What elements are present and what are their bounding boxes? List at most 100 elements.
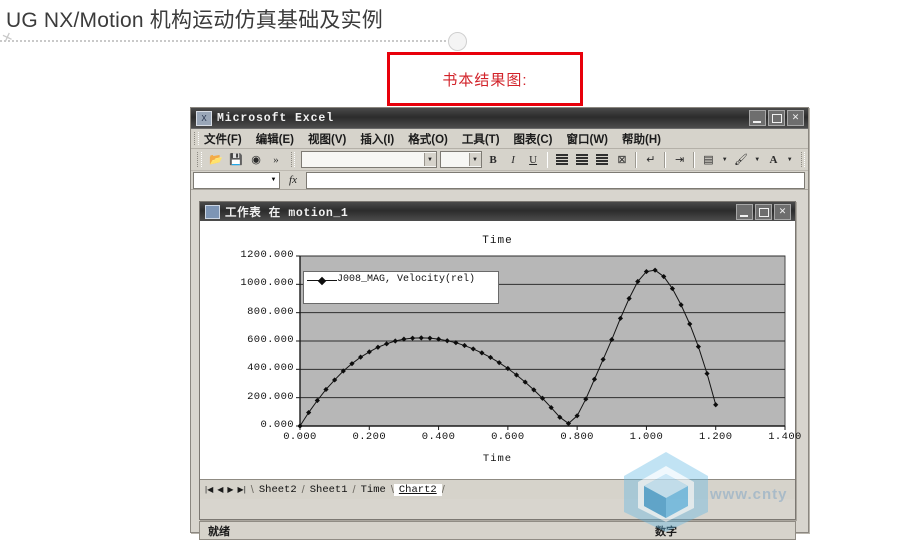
x-axis-tick-0: 0.000 — [283, 431, 317, 443]
align-left-icon[interactable] — [553, 150, 571, 169]
font-size-select[interactable]: ▼ — [439, 151, 482, 168]
header-divider — [0, 40, 462, 42]
menu-item-file[interactable]: 文件(F) — [204, 131, 242, 147]
chart-legend[interactable]: J008_MAG, Velocity(rel) — [303, 271, 499, 304]
chart-canvas[interactable]: Time J008_MAG, Velocity(rel) 0.000 200.00… — [200, 221, 801, 479]
x-axis-tick-3: 0.600 — [491, 431, 525, 443]
menu-item-chart[interactable]: 图表(C) — [514, 131, 553, 147]
status-mode-indicator: 数字 — [655, 525, 677, 538]
page-title: UG NX/Motion 机构运动仿真基础及实例 — [6, 9, 384, 32]
y-axis-tick-5: 1000.000 — [240, 277, 294, 290]
y-axis-tick-6: 1200.000 — [240, 249, 294, 261]
underline-button[interactable]: U — [524, 150, 542, 169]
x-axis-tick-4: 0.800 — [560, 431, 594, 443]
maximize-button[interactable] — [768, 110, 785, 126]
font-color-dropdown-arrow[interactable]: ▼ — [785, 150, 795, 169]
y-axis-tick-3: 600.000 — [247, 334, 294, 346]
toolbar-separator-3 — [664, 151, 667, 168]
sheet-tab-navigation: |◀ ◀ ▶ ▶| — [200, 485, 251, 494]
x-axis-tick-7: 1.400 — [768, 431, 802, 443]
tab-nav-first[interactable]: |◀ — [205, 485, 213, 494]
menu-item-edit[interactable]: 编辑(E) — [256, 131, 294, 147]
align-left-glyph — [555, 154, 568, 165]
excel-icon: X — [196, 110, 212, 126]
toolbar-grip-handle-2[interactable] — [290, 152, 296, 167]
toolbar-grip-handle[interactable] — [197, 152, 202, 167]
y-axis-tick-4: 800.000 — [247, 305, 294, 318]
fill-color-dropdown-arrow[interactable]: ▼ — [752, 150, 763, 169]
toolbar-grip-handle-3[interactable] — [800, 152, 806, 167]
x-axis-title: Time — [482, 453, 513, 465]
y-axis-tick-2: 400.000 — [247, 362, 294, 375]
tab-nav-prev[interactable]: ◀ — [217, 485, 223, 494]
legend-marker-icon — [307, 275, 337, 287]
tab-nav-next[interactable]: ▶ — [227, 485, 233, 494]
formula-bar: ▼ fx — [191, 171, 808, 190]
align-right-icon[interactable] — [593, 150, 611, 169]
worksheet-window: 工作表 在 motion_1 ✕ Time J008_MAG, Velocity… — [199, 201, 801, 520]
callout-label: 书本结果图: — [442, 71, 528, 89]
sheet-tab-time[interactable]: Time — [356, 484, 391, 496]
y-axis-tick-0: 0.000 — [260, 419, 294, 431]
status-bar: 就绪 数字 — [199, 521, 796, 540]
callout-box: 书本结果图: — [387, 52, 583, 106]
help-icon[interactable]: ◉ — [247, 150, 265, 169]
borders-dropdown-arrow[interactable]: ▼ — [720, 150, 730, 169]
merge-cells-icon[interactable]: ⊠ — [613, 150, 631, 169]
open-folder-icon[interactable]: 📂 — [207, 150, 225, 169]
menu-item-tools[interactable]: 工具(T) — [462, 131, 500, 147]
menu-item-view[interactable]: 视图(V) — [308, 131, 346, 147]
menu-grip-handle[interactable] — [194, 132, 199, 145]
align-center-icon[interactable] — [573, 150, 591, 169]
wrap-text-icon[interactable]: ↵ — [642, 150, 660, 169]
x-axis-tick-6: 1.200 — [698, 431, 733, 443]
worksheet-body: Time J008_MAG, Velocity(rel) 0.000 200.00… — [200, 221, 801, 499]
name-box[interactable]: ▼ — [193, 171, 280, 189]
worksheet-window-controls: ✕ — [736, 203, 791, 220]
align-center-glyph — [575, 154, 588, 165]
toolbar-separator-4 — [693, 151, 695, 168]
status-message: 就绪 — [208, 525, 230, 538]
bold-button[interactable]: B — [484, 150, 502, 169]
close-button[interactable]: ✕ — [787, 110, 804, 126]
save-disk-icon[interactable]: 💾 — [227, 150, 245, 169]
insert-function-button[interactable]: fx — [280, 173, 306, 188]
minimize-button[interactable] — [749, 110, 766, 126]
menu-bar: 文件(F) 编辑(E) 视图(V) 插入(I) 格式(O) 工具(T) 图表(C… — [191, 129, 808, 149]
font-name-select[interactable]: ▼ — [301, 151, 437, 168]
menu-item-help[interactable]: 帮助(H) — [622, 131, 661, 147]
worksheet-icon — [205, 204, 220, 219]
italic-button[interactable]: I — [504, 150, 522, 169]
formula-input[interactable] — [306, 171, 805, 189]
excel-window-title: Microsoft Excel — [217, 111, 335, 125]
sheet-tab-sheet1[interactable]: Sheet1 — [305, 484, 353, 496]
font-color-icon[interactable]: A — [765, 150, 783, 169]
worksheet-title-bar: 工作表 在 motion_1 ✕ — [200, 202, 795, 221]
sheet-close-button[interactable]: ✕ — [774, 203, 791, 220]
fill-color-icon[interactable]: 🖌 — [732, 150, 750, 169]
sheet-tab-chart2[interactable]: Chart2 — [393, 483, 442, 496]
chevron-down-icon-namebox[interactable]: ▼ — [268, 174, 279, 187]
excel-title-bar: X Microsoft Excel ✕ — [191, 108, 808, 129]
increase-indent-icon[interactable]: ⇥ — [671, 150, 689, 169]
chevron-down-icon-2[interactable]: ▼ — [468, 153, 481, 166]
borders-icon[interactable]: ▤ — [699, 150, 717, 169]
header-dot-ornament — [448, 32, 467, 51]
menu-item-insert[interactable]: 插入(I) — [360, 131, 394, 147]
menu-item-window[interactable]: 窗口(W) — [567, 131, 609, 147]
x-axis-tick-5: 1.000 — [629, 431, 664, 443]
chevron-down-icon[interactable]: ▼ — [423, 153, 436, 166]
sheet-minimize-button[interactable] — [736, 203, 753, 220]
y-axis-tick-1: 200.000 — [247, 390, 294, 403]
toolbar-separator-1 — [546, 151, 549, 168]
sheet-maximize-button[interactable] — [755, 203, 772, 220]
toolbar-separator-2 — [635, 151, 638, 168]
menu-item-format[interactable]: 格式(O) — [408, 131, 448, 147]
tab-nav-last[interactable]: ▶| — [238, 485, 246, 494]
x-axis-tick-2: 0.400 — [421, 431, 456, 443]
align-right-glyph — [595, 154, 608, 165]
sheet-tab-sheet2[interactable]: Sheet2 — [254, 484, 302, 496]
toolbar-overflow-button[interactable]: » — [267, 150, 285, 169]
legend-series-label: J008_MAG, Velocity(rel) — [337, 274, 476, 285]
excel-application-window: X Microsoft Excel ✕ 文件(F) 编辑(E) 视图(V) 插入… — [190, 107, 809, 540]
